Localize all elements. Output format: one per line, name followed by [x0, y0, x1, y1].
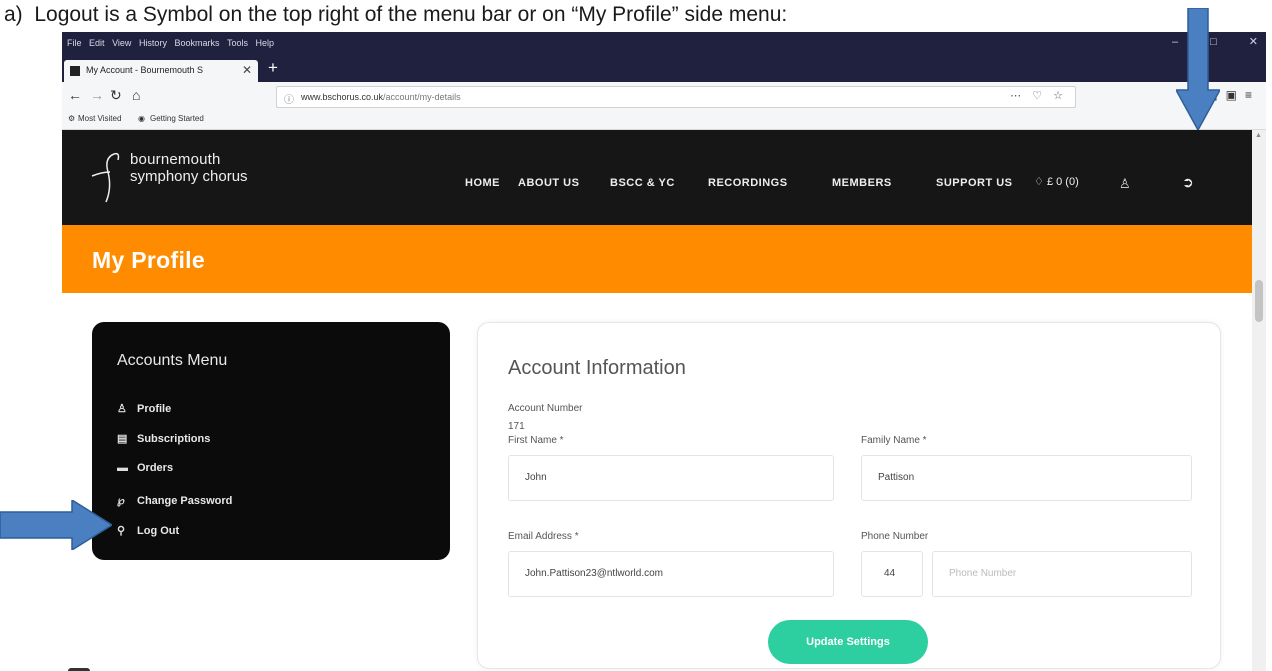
browser-menu-bar: File Edit View History Bookmarks Tools H…: [62, 32, 1266, 56]
scroll-up-icon[interactable]: ▲: [1255, 132, 1262, 139]
side-item-profile[interactable]: ♙ Profile: [117, 402, 171, 415]
home-icon[interactable]: ⌂: [132, 87, 140, 103]
address-bar[interactable]: ⓘ www.bschorus.co.uk/account/my-details …: [276, 86, 1076, 108]
side-item-label: Profile: [137, 403, 172, 415]
logo-text-line1[interactable]: bournemouth: [130, 151, 221, 168]
menu-tools[interactable]: Tools: [227, 38, 248, 48]
phone-placeholder: Phone Number: [949, 568, 1017, 579]
menu-view[interactable]: View: [112, 38, 131, 48]
first-name-field[interactable]: John: [508, 455, 834, 501]
close-tab-icon[interactable]: ✕: [242, 63, 252, 77]
family-name-label: Family Name *: [861, 435, 927, 446]
menu-edit[interactable]: Edit: [89, 38, 105, 48]
url-domain: www.bschorus.co.uk: [301, 92, 384, 102]
globe-icon: ◉: [138, 114, 145, 123]
email-value: John.Pattison23@ntlworld.com: [525, 568, 663, 579]
side-menu-title: Accounts Menu: [117, 352, 228, 369]
card-title: Account Information: [508, 357, 686, 379]
first-name-value: John: [525, 472, 547, 483]
user-icon: ♙: [117, 403, 127, 415]
family-name-value: Pattison: [878, 472, 915, 483]
forward-icon[interactable]: →: [90, 87, 104, 103]
side-item-subscriptions[interactable]: ▤ Subscriptions: [117, 432, 210, 445]
side-item-change-password[interactable]: ℘ Change Password: [117, 494, 232, 507]
menu-help[interactable]: Help: [256, 38, 275, 48]
arrow-down-annotation-icon: [1176, 8, 1220, 130]
reload-icon[interactable]: ↻: [110, 87, 122, 104]
cart-total: £ 0 (0): [1046, 176, 1079, 188]
phone-label: Phone Number: [861, 531, 929, 542]
cart-icon: ♢: [1034, 176, 1044, 188]
phone-code-value: 44: [884, 568, 896, 579]
menu-history[interactable]: History: [139, 38, 167, 48]
side-item-label: Subscriptions: [137, 433, 211, 445]
bookmarks-bar: ⚙ Most Visited ◉ Getting Started: [62, 110, 1266, 130]
nav-recordings[interactable]: RECORDINGS: [708, 177, 788, 189]
side-item-log-out[interactable]: ⚲ Log Out: [117, 524, 179, 537]
arrow-right-annotation-icon: [0, 500, 112, 550]
instruction-caption: a) Logout is a Symbol on the top right o…: [4, 3, 788, 26]
phone-country-code-field[interactable]: 44: [861, 551, 923, 597]
info-icon[interactable]: ⓘ: [284, 91, 294, 106]
bookmark-most-visited[interactable]: Most Visited: [78, 114, 121, 123]
phone-number-field[interactable]: Phone Number: [932, 551, 1192, 597]
side-item-orders[interactable]: ▬ Orders: [117, 462, 173, 474]
page-actions-icons[interactable]: ⋯ ♡ ☆: [1010, 89, 1067, 102]
lock-icon: ⚲: [117, 525, 126, 537]
chorus-logo-icon[interactable]: [90, 148, 126, 206]
first-name-label: First Name *: [508, 435, 564, 446]
menu-file[interactable]: File: [67, 38, 82, 48]
site-header: bournemouth symphony chorus HOME ABOUT U…: [62, 130, 1252, 225]
email-label: Email Address *: [508, 531, 579, 542]
side-item-label: Log Out: [137, 525, 180, 537]
nav-home[interactable]: HOME: [465, 177, 500, 189]
tab-title: My Account - Bournemouth S: [86, 65, 204, 75]
page-scrollbar[interactable]: ▲: [1252, 130, 1266, 671]
logout-icon[interactable]: ➲: [1182, 174, 1194, 191]
cart-link[interactable]: ♢ £ 0 (0): [1034, 175, 1079, 188]
nav-support-us[interactable]: SUPPORT US: [936, 177, 1013, 189]
nav-members[interactable]: MEMBERS: [832, 177, 892, 189]
update-settings-button[interactable]: Update Settings: [768, 620, 928, 664]
key-icon: ℘: [117, 495, 125, 507]
email-field[interactable]: John.Pattison23@ntlworld.com: [508, 551, 834, 597]
nav-bscc-yc[interactable]: BSCC & YC: [610, 177, 675, 189]
account-icon[interactable]: ♙: [1119, 176, 1131, 192]
menu-bookmarks[interactable]: Bookmarks: [174, 38, 219, 48]
scroll-thumb[interactable]: [1255, 280, 1263, 322]
side-item-label: Change Password: [137, 495, 233, 507]
account-number-label: Account Number: [508, 403, 583, 414]
card-icon: ▬: [117, 462, 128, 474]
page-banner: My Profile: [62, 225, 1252, 293]
close-window-icon[interactable]: ✕: [1249, 36, 1258, 48]
nav-about-us[interactable]: ABOUT US: [518, 177, 579, 189]
sidebar-icon[interactable]: ▣: [1226, 88, 1245, 102]
account-number-value: 171: [508, 421, 525, 432]
page-title: My Profile: [92, 247, 205, 273]
tab-bar: My Account - Bournemouth S ✕ +: [62, 56, 1266, 82]
browser-screenshot: File Edit View History Bookmarks Tools H…: [62, 32, 1266, 671]
new-tab-icon[interactable]: +: [268, 58, 278, 78]
navigation-toolbar: ← → ↻ ⌂ ⓘ www.bschorus.co.uk/account/my-…: [62, 82, 1266, 110]
accounts-side-menu: Accounts Menu ♙ Profile ▤ Subscriptions ▬ O…: [92, 322, 450, 560]
url-path: /account/my-details: [383, 92, 461, 102]
back-icon[interactable]: ←: [68, 87, 82, 103]
gear-icon: ⚙: [68, 114, 76, 123]
side-item-label: Orders: [137, 462, 174, 474]
list-icon: ▤: [117, 433, 128, 445]
hamburger-menu-icon[interactable]: ≡: [1245, 88, 1260, 102]
favicon-icon: [70, 66, 80, 76]
website-viewport: bournemouth symphony chorus HOME ABOUT U…: [62, 130, 1252, 671]
family-name-field[interactable]: Pattison: [861, 455, 1192, 501]
logo-text-line2[interactable]: symphony chorus: [130, 168, 248, 185]
account-info-card: Account Information Account Number 171 F…: [477, 322, 1221, 669]
tab-my-account[interactable]: My Account - Bournemouth S ✕: [64, 60, 258, 82]
bookmark-getting-started[interactable]: Getting Started: [150, 114, 204, 123]
